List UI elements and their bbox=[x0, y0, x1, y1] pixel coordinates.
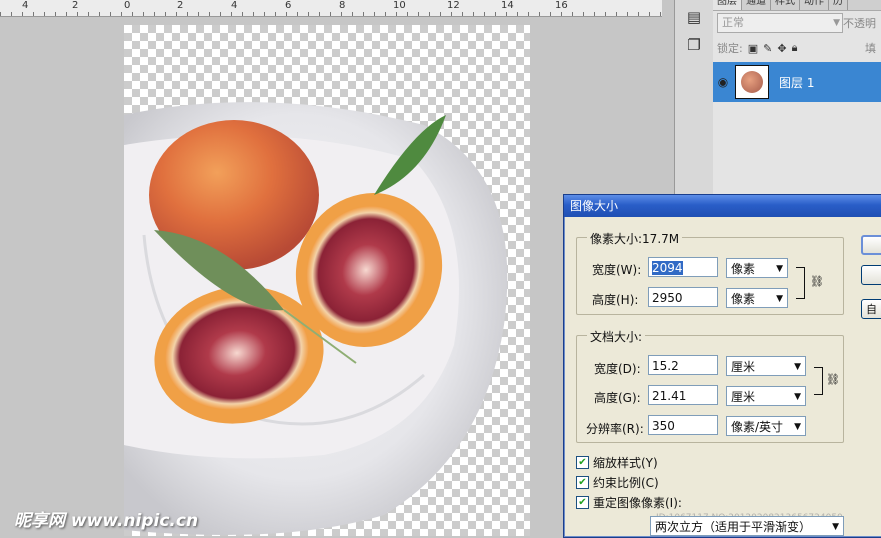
doc-height-label: 高度(G): bbox=[594, 391, 641, 405]
layer-thumbnail bbox=[735, 65, 769, 99]
document-canvas[interactable] bbox=[124, 25, 530, 536]
layer-row[interactable]: ◉ 图层 1 bbox=[713, 62, 881, 102]
blend-mode-value: 正常 bbox=[722, 16, 744, 29]
constrain-proportions-checkbox[interactable]: ✔ 约束比例(C) bbox=[576, 474, 659, 491]
ruler-mark: 14 bbox=[501, 0, 514, 11]
checkbox-label: 约束比例(C) bbox=[593, 476, 659, 490]
tab-styles[interactable]: 样式 bbox=[771, 0, 800, 10]
pixel-height-unit-select[interactable]: 像素 ▼ bbox=[726, 288, 788, 308]
dialog-title: 图像大小 bbox=[564, 195, 881, 217]
layers-panel: 图层 通道 样式 动作 历 正常 ▼ 不透明 锁定: ▣ ✎ ✥ 🔒︎ 填 ◉ … bbox=[713, 0, 881, 200]
blood-orange-photo bbox=[124, 102, 508, 535]
unit-value: 像素 bbox=[731, 262, 756, 276]
chevron-down-icon: ▼ bbox=[833, 18, 840, 28]
document-size-title: 文档大小: bbox=[587, 328, 646, 345]
doc-height-unit-select[interactable]: 厘米 ▼ bbox=[726, 386, 806, 406]
resolution-input[interactable]: 350 bbox=[648, 415, 718, 435]
ruler-mark: 8 bbox=[339, 0, 346, 11]
chevron-down-icon: ▼ bbox=[794, 422, 801, 432]
history-panel-icon[interactable]: ❐ bbox=[683, 34, 705, 56]
ruler-mark: 0 bbox=[124, 0, 131, 11]
resample-image-checkbox[interactable]: ✔ 重定图像像素(I): bbox=[576, 494, 682, 511]
pixel-height-label: 高度(H): bbox=[592, 293, 639, 307]
panel-tabs: 图层 通道 样式 动作 历 bbox=[713, 0, 881, 11]
opacity-label: 不透明 bbox=[843, 17, 876, 30]
ruler-mark: 2 bbox=[72, 0, 79, 11]
chain-link-icon: ⛓ bbox=[810, 275, 824, 288]
tab-channels[interactable]: 通道 bbox=[742, 0, 771, 10]
unit-value: 像素 bbox=[731, 292, 756, 306]
doc-width-unit-select[interactable]: 厘米 ▼ bbox=[726, 356, 806, 376]
unit-value: 像素/英寸 bbox=[731, 420, 784, 434]
chevron-down-icon: ▼ bbox=[776, 294, 783, 304]
checkbox-label: 缩放样式(Y) bbox=[593, 456, 658, 470]
fill-label: 填 bbox=[865, 42, 876, 55]
ruler-mark: 12 bbox=[447, 0, 460, 11]
cancel-button[interactable] bbox=[861, 265, 881, 285]
chevron-down-icon: ▼ bbox=[794, 392, 801, 402]
resolution-unit-select[interactable]: 像素/英寸 ▼ bbox=[726, 416, 806, 436]
tab-history[interactable]: 历 bbox=[829, 0, 848, 10]
lock-move-icon[interactable]: ✥ bbox=[777, 42, 786, 55]
layers-panel-icon[interactable]: ▤ bbox=[683, 6, 705, 28]
lock-all-icon[interactable]: 🔒︎ bbox=[792, 41, 798, 55]
ok-button[interactable] bbox=[861, 235, 881, 255]
chevron-down-icon: ▼ bbox=[832, 522, 839, 532]
resample-method-select[interactable]: 两次立方（适用于平滑渐变） ▼ bbox=[650, 516, 844, 536]
unit-value: 厘米 bbox=[731, 390, 756, 404]
pixel-width-input[interactable]: 2094 bbox=[648, 257, 718, 277]
ruler-mark: 6 bbox=[285, 0, 292, 11]
ruler-mark: 4 bbox=[22, 0, 29, 11]
constrain-bracket bbox=[796, 267, 805, 299]
checkmark-icon: ✔ bbox=[576, 456, 589, 469]
blend-mode-select[interactable]: 正常 ▼ bbox=[717, 13, 843, 33]
lock-transparent-icon[interactable]: ▣ bbox=[748, 42, 758, 55]
auto-button[interactable]: 自 bbox=[861, 299, 881, 319]
lock-row: 锁定: ▣ ✎ ✥ 🔒︎ bbox=[717, 40, 881, 56]
constrain-bracket bbox=[814, 367, 823, 395]
tab-layers[interactable]: 图层 bbox=[713, 0, 742, 10]
pixel-width-label: 宽度(W): bbox=[592, 263, 642, 277]
chevron-down-icon: ▼ bbox=[794, 362, 801, 372]
unit-value: 厘米 bbox=[731, 360, 756, 374]
pixel-dimensions-title: 像素大小:17.7M bbox=[587, 230, 683, 247]
tab-actions[interactable]: 动作 bbox=[800, 0, 829, 10]
checkbox-label: 重定图像像素(I): bbox=[593, 496, 682, 510]
watermark-text: 昵享网 www.nipic.cn bbox=[14, 511, 199, 531]
chevron-down-icon: ▼ bbox=[776, 264, 783, 274]
visibility-eye-icon[interactable]: ◉ bbox=[713, 75, 733, 89]
horizontal-ruler: 4 2 0 2 4 6 8 10 12 14 16 bbox=[0, 0, 662, 17]
resolution-label: 分辨率(R): bbox=[586, 422, 644, 436]
image-size-dialog: 图像大小 像素大小:17.7M 宽度(W): 2094 像素 ▼ 高度(H): 2… bbox=[563, 194, 881, 538]
ruler-mark: 2 bbox=[177, 0, 184, 11]
checkmark-icon: ✔ bbox=[576, 476, 589, 489]
chain-link-icon: ⛓ bbox=[826, 373, 840, 386]
layer-name: 图层 1 bbox=[779, 75, 815, 90]
doc-width-label: 宽度(D): bbox=[594, 362, 641, 376]
checkmark-icon: ✔ bbox=[576, 496, 589, 509]
ruler-mark: 16 bbox=[555, 0, 568, 11]
ruler-mark: 4 bbox=[231, 0, 238, 11]
ruler-mark: 10 bbox=[393, 0, 406, 11]
scale-styles-checkbox[interactable]: ✔ 缩放样式(Y) bbox=[576, 454, 658, 471]
resample-method-value: 两次立方（适用于平滑渐变） bbox=[655, 520, 812, 534]
pixel-height-input[interactable]: 2950 bbox=[648, 287, 718, 307]
doc-height-input[interactable]: 21.41 bbox=[648, 385, 718, 405]
pixel-width-unit-select[interactable]: 像素 ▼ bbox=[726, 258, 788, 278]
lock-label: 锁定: bbox=[717, 42, 743, 55]
doc-width-input[interactable]: 15.2 bbox=[648, 355, 718, 375]
lock-paint-icon[interactable]: ✎ bbox=[763, 42, 772, 55]
